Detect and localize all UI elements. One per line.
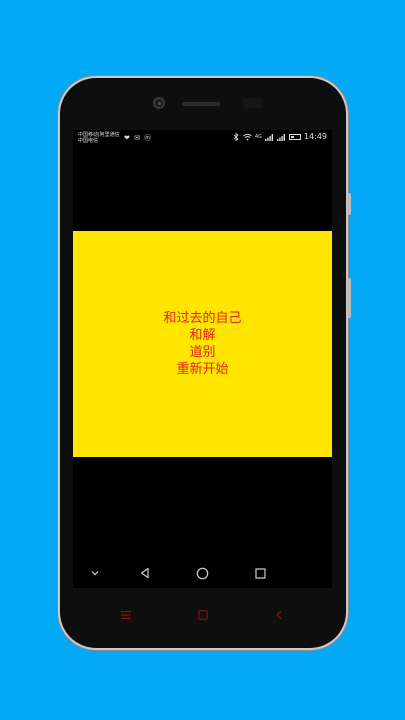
- message-card: 和过去的自己 和解 道别 重新开始: [73, 231, 332, 457]
- hardware-home-key[interactable]: [193, 600, 213, 630]
- menu-icon: [121, 611, 131, 619]
- recents-icon: [254, 567, 266, 579]
- signal-icon: [264, 134, 273, 141]
- message-line-1: 和过去的自己: [163, 311, 242, 326]
- power-button: [347, 278, 351, 318]
- hardware-back-key[interactable]: [269, 600, 289, 630]
- home-button[interactable]: [187, 558, 217, 588]
- home-square-icon: [198, 610, 208, 620]
- status-bar: 中国移动|阿里通信 中国电信 ❤ ✉ ⓜ 4G 14:49: [73, 130, 332, 150]
- earpiece-speaker: [182, 102, 220, 106]
- back-icon: [140, 567, 149, 579]
- bluetooth-icon: [233, 133, 239, 141]
- notification-icons: ❤ ✉ ⓜ: [124, 134, 153, 142]
- back-button[interactable]: [130, 558, 160, 588]
- hardware-keys: [60, 600, 346, 630]
- hide-nav-button[interactable]: [80, 558, 110, 588]
- carrier-info: 中国移动|阿里通信 中国电信: [78, 132, 120, 144]
- status-right-group: 4G 14:49: [232, 133, 327, 141]
- carrier-line-2: 中国电信: [78, 138, 99, 144]
- phone-screen: 中国移动|阿里通信 中国电信 ❤ ✉ ⓜ 4G 14:49 和过去的自己 和解 …: [73, 130, 332, 588]
- hardware-menu-key[interactable]: [116, 600, 136, 630]
- message-line-2: 和解: [189, 328, 216, 343]
- wifi-icon: [243, 133, 252, 141]
- message-line-4: 重新开始: [176, 362, 229, 377]
- network-type-label: 4G: [254, 134, 262, 140]
- navigation-bar: [73, 558, 332, 588]
- chevron-down-icon: [91, 571, 99, 576]
- status-clock: 14:49: [303, 132, 327, 141]
- back-chevron-icon: [276, 610, 282, 620]
- phone-device: 中国移动|阿里通信 中国电信 ❤ ✉ ⓜ 4G 14:49 和过去的自己 和解 …: [60, 78, 351, 648]
- home-icon: [196, 567, 208, 579]
- proximity-sensor: [243, 98, 263, 108]
- recents-button[interactable]: [245, 558, 275, 588]
- front-camera: [153, 97, 165, 109]
- signal-icon-2: [276, 134, 285, 141]
- volume-button: [347, 193, 351, 215]
- battery-icon: [288, 134, 301, 140]
- message-line-3: 道别: [189, 345, 216, 360]
